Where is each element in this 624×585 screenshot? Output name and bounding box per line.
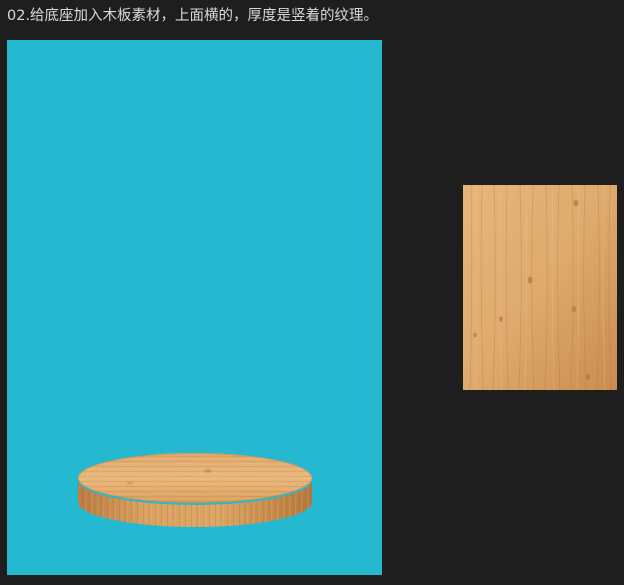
step-caption: 02.给底座加入木板素材，上面横的，厚度是竖着的纹理。 (7, 8, 379, 24)
wooden-disc-base (78, 453, 312, 527)
wood-texture-swatch (463, 185, 617, 390)
